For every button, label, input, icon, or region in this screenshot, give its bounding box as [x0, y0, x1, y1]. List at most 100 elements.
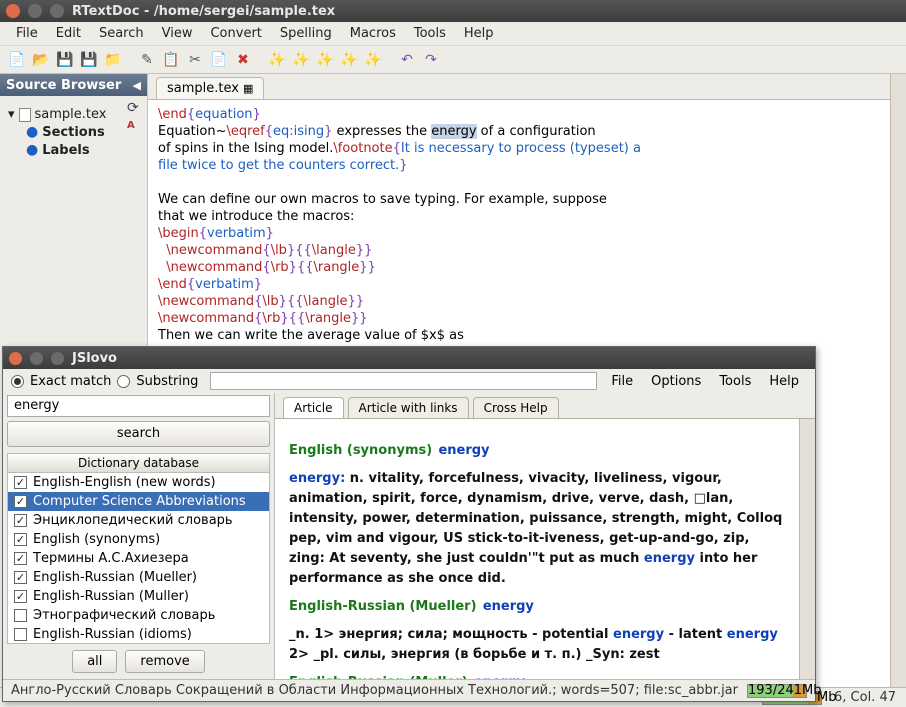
checkbox-icon[interactable] — [14, 590, 27, 603]
folder-icon[interactable]: 📁 — [102, 49, 124, 71]
jslovo-tabs: Article Article with links Cross Help — [275, 393, 815, 419]
maximize-icon[interactable] — [50, 4, 64, 18]
db-row-label: English-Russian (Muller) — [33, 589, 189, 604]
menu-view[interactable]: View — [154, 23, 201, 44]
checkbox-icon[interactable] — [14, 514, 27, 527]
bullet-icon: ● — [26, 142, 38, 158]
radio-substring-label: Substring — [136, 374, 198, 389]
checkbox-icon[interactable] — [14, 628, 27, 641]
db-row-label: English-English (new words) — [33, 475, 216, 490]
menu-help[interactable]: Help — [761, 371, 807, 392]
editor-scrollbar[interactable] — [890, 74, 906, 687]
menu-search[interactable]: Search — [91, 23, 152, 44]
db-list-buttons: all remove — [3, 644, 274, 679]
top-search-field[interactable] — [210, 372, 597, 390]
refresh-icon[interactable]: ⟳ — [127, 100, 143, 116]
paste-icon[interactable]: 📄 — [208, 49, 230, 71]
menu-tools[interactable]: Tools — [406, 23, 454, 44]
file-icon — [19, 108, 31, 122]
checkbox-icon[interactable] — [14, 476, 27, 489]
db-row[interactable]: Энциклопедический словарь — [8, 511, 269, 530]
db-row[interactable]: English-Russian (Muller) — [8, 587, 269, 606]
db-list: English-English (new words) Computer Scie… — [7, 473, 270, 644]
cut-icon[interactable]: ✂ — [184, 49, 206, 71]
menu-spelling[interactable]: Spelling — [272, 23, 340, 44]
source-browser-tree: ▾ sample.tex ● Sections ● Labels — [0, 96, 123, 169]
save-icon[interactable]: 💾 — [54, 49, 76, 71]
db-row[interactable]: English-Russian (idioms) — [8, 625, 269, 644]
window-title: RTextDoc - /home/sergei/sample.tex — [72, 4, 335, 19]
search-button[interactable]: search — [7, 421, 270, 447]
close-icon[interactable] — [9, 352, 22, 365]
tab-file-icon: ▦ — [243, 82, 253, 95]
az-sort-icon[interactable]: A — [127, 120, 143, 136]
checkbox-icon[interactable] — [14, 609, 27, 622]
jslovo-title: JSlovo — [72, 351, 117, 366]
tab-article-links[interactable]: Article with links — [348, 397, 469, 418]
minimize-icon[interactable] — [28, 4, 42, 18]
tree-expand-icon[interactable]: ▾ — [8, 107, 15, 122]
wand-icon[interactable]: ✨ — [266, 49, 288, 71]
menu-tools[interactable]: Tools — [711, 371, 759, 392]
remove-button[interactable]: remove — [125, 650, 204, 673]
db-row-label: Термины А.С.Ахиезера — [33, 551, 189, 566]
search-input[interactable]: energy — [7, 395, 270, 417]
jslovo-left-panel: energy search Dictionary database Englis… — [3, 393, 275, 679]
checkbox-icon[interactable] — [14, 571, 27, 584]
db-row[interactable]: Термины А.С.Ахиезера — [8, 549, 269, 568]
article-view[interactable]: English (synonyms) energy energy: n. vit… — [275, 419, 799, 679]
tree-file-row[interactable]: ▾ sample.tex — [8, 106, 115, 123]
jslovo-statusbar: Англо-Русский Словарь Сокращений в Облас… — [3, 679, 815, 701]
menu-help[interactable]: Help — [456, 23, 502, 44]
jslovo-topbar: Exact match Substring File Options Tools… — [3, 369, 815, 393]
db-row[interactable]: English-English (new words) — [8, 473, 269, 492]
main-titlebar: RTextDoc - /home/sergei/sample.tex — [0, 0, 906, 22]
menu-edit[interactable]: Edit — [48, 23, 89, 44]
db-row[interactable]: Computer Science Abbreviations — [8, 492, 269, 511]
jslovo-window: JSlovo Exact match Substring File Option… — [2, 346, 816, 702]
wand-icon[interactable]: ✨ — [338, 49, 360, 71]
menu-file[interactable]: File — [8, 23, 46, 44]
checkbox-icon[interactable] — [14, 552, 27, 565]
open-folder-icon[interactable]: 📂 — [30, 49, 52, 71]
tab-article[interactable]: Article — [283, 397, 344, 418]
article-scrollbar[interactable] — [799, 419, 815, 679]
file-tab[interactable]: sample.tex ▦ — [156, 77, 264, 99]
checkbox-icon[interactable] — [14, 495, 27, 508]
radio-exact-match[interactable] — [11, 375, 24, 388]
copy-icon[interactable]: 📋 — [160, 49, 182, 71]
db-row[interactable]: English-Russian (Mueller) — [8, 568, 269, 587]
tree-node-labels[interactable]: ● Labels — [26, 141, 115, 159]
wand-icon[interactable]: ✨ — [314, 49, 336, 71]
checkbox-icon[interactable] — [14, 533, 27, 546]
save-all-icon[interactable]: 💾 — [78, 49, 100, 71]
source-browser-title: Source Browser — [6, 78, 121, 93]
editor-body[interactable]: \end{equation} Equation~\eqref{eq:ising}… — [148, 100, 890, 350]
wand-icon[interactable]: ✨ — [290, 49, 312, 71]
undo-icon[interactable]: ↶ — [396, 49, 418, 71]
editor-tab-strip: sample.tex ▦ — [148, 74, 890, 100]
delete-icon[interactable]: ✖ — [232, 49, 254, 71]
menu-macros[interactable]: Macros — [342, 23, 404, 44]
db-row[interactable]: Этнографический словарь — [8, 606, 269, 625]
redo-icon[interactable]: ↷ — [420, 49, 442, 71]
tree-node-sections[interactable]: ● Sections — [26, 123, 115, 141]
menu-file[interactable]: File — [603, 371, 641, 392]
minimize-icon[interactable] — [30, 352, 43, 365]
menu-options[interactable]: Options — [643, 371, 709, 392]
close-icon[interactable] — [6, 4, 20, 18]
main-toolbar: 📄 📂 💾 💾 📁 ✎ 📋 ✂ 📄 ✖ ✨ ✨ ✨ ✨ ✨ ↶ ↷ — [0, 46, 906, 74]
maximize-icon[interactable] — [51, 352, 64, 365]
panel-collapse-icon[interactable]: ◀ — [133, 79, 141, 92]
bullet-icon: ● — [26, 124, 38, 140]
jslovo-titlebar: JSlovo — [3, 347, 815, 369]
tab-cross-help[interactable]: Cross Help — [473, 397, 559, 418]
db-row[interactable]: English (synonyms) — [8, 530, 269, 549]
new-file-icon[interactable]: 📄 — [6, 49, 28, 71]
all-button[interactable]: all — [72, 650, 117, 673]
pencil-icon[interactable]: ✎ — [136, 49, 158, 71]
menu-convert[interactable]: Convert — [202, 23, 269, 44]
wand-icon[interactable]: ✨ — [362, 49, 384, 71]
radio-substring[interactable] — [117, 375, 130, 388]
tree-file-label: sample.tex — [35, 107, 107, 122]
